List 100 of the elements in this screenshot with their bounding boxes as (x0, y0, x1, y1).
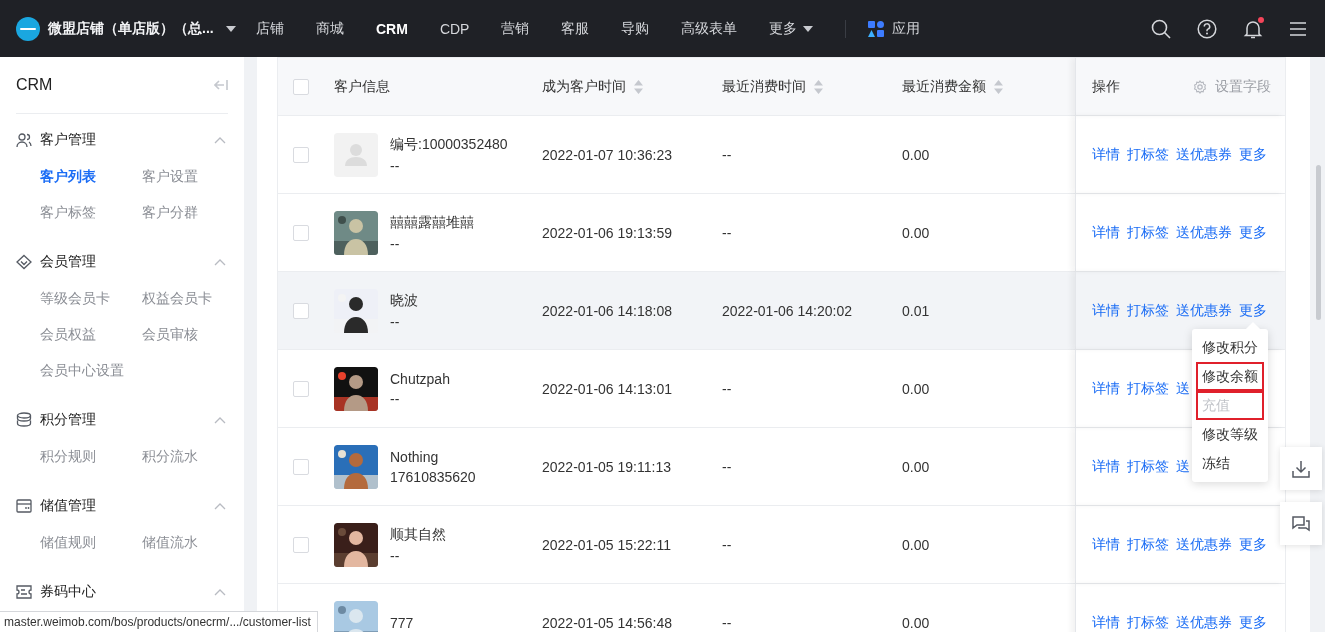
sidebar-item[interactable]: 会员审核 (142, 316, 228, 352)
action-link[interactable]: 送 (1176, 457, 1190, 476)
nav-link[interactable]: 导购 (621, 19, 650, 38)
action-link[interactable]: 送优惠券 (1176, 535, 1232, 554)
chevron-icon[interactable] (214, 136, 226, 144)
select-all-checkbox[interactable] (293, 78, 309, 95)
caret-icon[interactable] (225, 25, 236, 32)
row-checkbox[interactable] (293, 536, 309, 553)
action-link[interactable]: 更多 (1239, 301, 1267, 320)
column-header[interactable]: 最近消费金额 (902, 77, 1003, 96)
action-link[interactable]: 打标签 (1127, 457, 1169, 476)
column-header[interactable]: 最近消费时间 (722, 77, 823, 96)
row-checkbox[interactable] (293, 302, 309, 319)
sidebar-item[interactable]: 积分规则 (40, 438, 142, 474)
action-link[interactable]: 打标签 (1127, 535, 1169, 554)
nav-link[interactable]: CDP (439, 20, 470, 37)
action-link[interactable]: 更多 (1239, 145, 1267, 164)
join-time: 2022-01-05 15:22:11 (542, 536, 671, 553)
scrollbar-thumb[interactable] (1316, 165, 1321, 320)
nav-link[interactable]: 店铺 (256, 19, 284, 38)
collapse-icon[interactable] (214, 79, 228, 91)
table-row[interactable]: 编号:10000352480 -- 2022-01-07 10:36:23 -- 0.00 详情 打标签 送优惠券 更多 (278, 116, 1285, 194)
chevron-icon[interactable] (214, 588, 226, 596)
action-link[interactable]: 送 (1176, 379, 1190, 398)
customer-name: Chutzpah (390, 370, 450, 387)
sidebar-item[interactable]: 客户设置 (142, 158, 228, 194)
last-purchase-time: -- (722, 146, 732, 163)
last-purchase-time: -- (722, 614, 732, 631)
sidebar-item[interactable]: 权益会员卡 (142, 280, 228, 316)
action-link[interactable]: 送优惠券 (1176, 613, 1232, 632)
action-link[interactable]: 更多 (1239, 613, 1267, 632)
menu-icon[interactable] (1289, 20, 1307, 37)
customer-name: 777 (390, 614, 414, 631)
sort-icon[interactable] (994, 78, 1003, 95)
apps-icon[interactable] (868, 20, 885, 37)
action-link[interactable]: 详情 (1092, 379, 1120, 398)
last-purchase-time: -- (722, 458, 732, 475)
menu-item[interactable]: 冻结 (1196, 449, 1264, 478)
action-link[interactable]: 打标签 (1127, 223, 1169, 242)
sidebar-item[interactable]: 会员中心设置 (40, 352, 142, 388)
chat-button[interactable] (1280, 502, 1322, 545)
help-icon[interactable] (1197, 18, 1217, 39)
users-icon (16, 132, 32, 148)
action-link[interactable]: 打标签 (1127, 379, 1169, 398)
sort-icon[interactable] (634, 78, 643, 95)
row-checkbox[interactable] (293, 146, 309, 163)
nav-link[interactable]: 商城 (316, 19, 344, 38)
action-link[interactable]: 送优惠券 (1176, 145, 1232, 164)
sidebar-group[interactable]: 积分管理 (40, 411, 96, 429)
column-header[interactable]: 成为客户时间 (542, 77, 643, 96)
download-button[interactable] (1280, 447, 1322, 490)
row-checkbox[interactable] (293, 224, 309, 241)
search-icon[interactable] (1151, 18, 1171, 39)
action-link[interactable]: 详情 (1092, 457, 1120, 476)
chevron-icon[interactable] (214, 258, 226, 266)
sidebar-item[interactable]: 积分流水 (142, 438, 228, 474)
action-link[interactable]: 更多 (1239, 535, 1267, 554)
action-link[interactable]: 送优惠券 (1176, 223, 1232, 242)
menu-item[interactable]: 修改余额 (1196, 362, 1264, 391)
action-link[interactable]: 详情 (1092, 613, 1120, 632)
gear-icon[interactable] (1193, 79, 1207, 94)
action-link[interactable]: 打标签 (1127, 301, 1169, 320)
settings-link[interactable]: 设置字段 (1215, 77, 1271, 96)
row-checkbox[interactable] (293, 458, 309, 475)
action-link[interactable]: 打标签 (1127, 613, 1169, 632)
sidebar-group[interactable]: 客户管理 (40, 131, 96, 149)
bell-icon[interactable] (1243, 18, 1263, 39)
nav-dropdown[interactable]: 更多 (769, 19, 814, 38)
action-link[interactable]: 送优惠券 (1176, 301, 1232, 320)
chevron-icon[interactable] (214, 502, 226, 510)
nav-link[interactable]: 客服 (561, 19, 590, 38)
nav-link[interactable]: CRM (376, 20, 408, 37)
sidebar-item[interactable]: 客户分群 (142, 194, 228, 230)
nav-link[interactable]: 高级表单 (681, 19, 738, 38)
caret-icon[interactable] (803, 25, 814, 32)
action-link[interactable]: 打标签 (1127, 145, 1169, 164)
sidebar-group[interactable]: 会员管理 (40, 253, 96, 271)
action-link[interactable]: 详情 (1092, 301, 1120, 320)
row-checkbox[interactable] (293, 380, 309, 397)
nav-link[interactable]: 营销 (501, 19, 530, 38)
sidebar-group[interactable]: 储值管理 (40, 497, 96, 515)
sidebar-item[interactable]: 客户标签 (40, 194, 142, 230)
chevron-icon[interactable] (214, 416, 226, 424)
sidebar-item[interactable]: 储值流水 (142, 524, 228, 560)
action-link[interactable]: 更多 (1239, 223, 1267, 242)
table-row[interactable]: 顺其自然 -- 2022-01-05 15:22:11 -- 0.00 详情 打标签 送优惠券 更多 (278, 506, 1285, 584)
action-link[interactable]: 详情 (1092, 145, 1120, 164)
nav-link[interactable]: 应用 (892, 19, 921, 38)
sidebar-item[interactable]: 会员权益 (40, 316, 142, 352)
store-name[interactable]: 微盟店铺（单店版）（总... (48, 19, 214, 38)
sidebar-item[interactable]: 客户列表 (40, 158, 142, 194)
join-time: 2022-01-05 19:11:13 (542, 458, 671, 475)
action-link[interactable]: 详情 (1092, 535, 1120, 554)
action-link[interactable]: 详情 (1092, 223, 1120, 242)
purchase-amount: 0.00 (902, 146, 930, 163)
sort-icon[interactable] (814, 78, 823, 95)
table-row[interactable]: 囍囍露囍堆囍 -- 2022-01-06 19:13:59 -- 0.00 详情 打标签 送优惠券 更多 (278, 194, 1285, 272)
sidebar-item[interactable]: 储值规则 (40, 524, 142, 560)
sidebar-item[interactable]: 等级会员卡 (40, 280, 142, 316)
sidebar-group[interactable]: 券码中心 (40, 583, 96, 601)
